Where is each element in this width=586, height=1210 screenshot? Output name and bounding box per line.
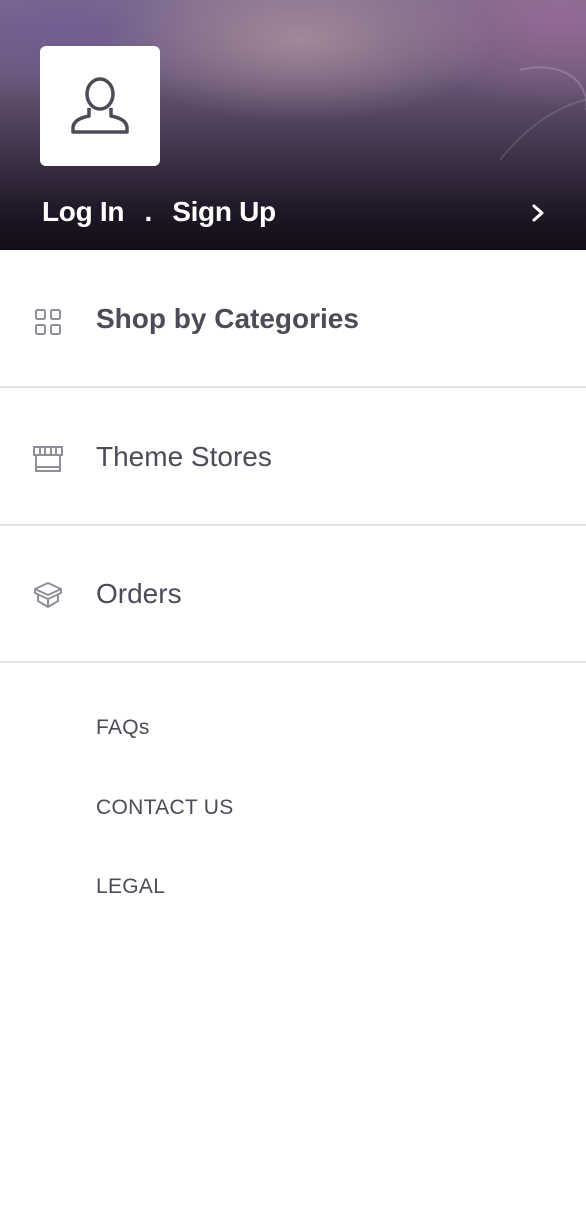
menu-item-orders[interactable]: Orders [0, 525, 586, 663]
avatar[interactable] [40, 46, 160, 166]
box-icon [34, 582, 62, 608]
navigation-drawer: Log In . Sign Up Shop by Categories Them [0, 0, 586, 1210]
store-icon [33, 446, 63, 472]
menu-item-label: Shop by Categories [96, 303, 359, 334]
faqs-link[interactable]: FAQs [96, 716, 150, 740]
contact-us-link[interactable]: CONTACT US [96, 796, 234, 820]
menu-item-shop-by-categories[interactable]: Shop by Categories [0, 250, 586, 388]
legal-link[interactable]: LEGAL [96, 875, 165, 899]
profile-header: Log In . Sign Up [0, 0, 586, 250]
user-icon [71, 77, 129, 134]
chevron-right-icon[interactable] [527, 201, 549, 225]
menu-item-theme-stores[interactable]: Theme Stores [0, 388, 586, 526]
grid-icon [35, 309, 61, 335]
auth-separator: . [144, 196, 152, 227]
menu-item-label: Orders [96, 578, 182, 609]
auth-links: Log In . Sign Up [42, 192, 276, 232]
menu-item-label: Theme Stores [96, 441, 272, 472]
signup-link[interactable]: Sign Up [172, 196, 276, 228]
login-link[interactable]: Log In [42, 196, 124, 228]
